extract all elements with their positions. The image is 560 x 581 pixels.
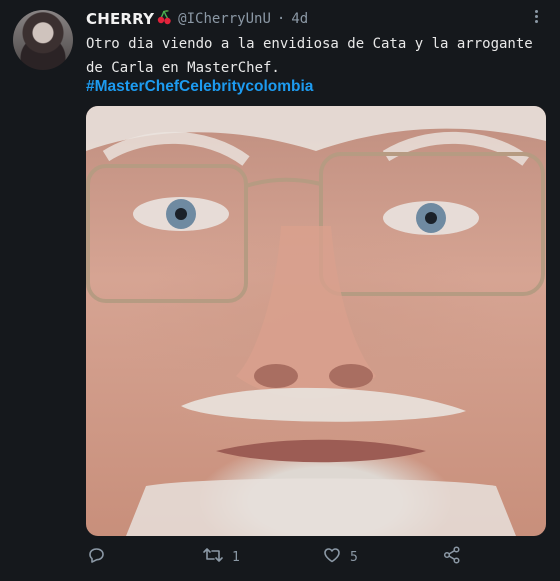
retweet-button[interactable]: 1 [202,545,240,569]
timestamp[interactable]: 4d [291,11,308,27]
tweet-text: Otro dia viendo a la envidiosa de Cata y… [86,36,533,76]
hashtag-link[interactable]: #MasterChefCelebritycolombia [86,78,313,96]
reply-icon [86,545,106,569]
reply-button[interactable] [86,545,114,569]
display-name[interactable]: CHERRY [86,10,154,28]
tweet-actions: 1 5 [86,545,466,569]
tweet[interactable]: CHERRY @ICherryUnU · 4d Otro dia viendo … [0,0,560,581]
avatar[interactable] [13,10,73,70]
tweet-header: CHERRY @ICherryUnU · 4d [86,9,308,29]
retweet-icon [202,545,224,569]
more-vertical-icon[interactable] [531,8,541,28]
share-icon [442,545,462,569]
face-photo [86,106,546,536]
like-count: 5 [350,549,358,565]
retweet-count: 1 [232,549,240,565]
separator-dot: · [276,11,286,27]
user-handle[interactable]: @ICherryUnU [178,11,271,27]
like-button[interactable]: 5 [322,545,358,569]
cherries-icon [156,9,172,29]
heart-icon [322,545,342,569]
tweet-image[interactable] [86,106,546,536]
share-button[interactable] [442,545,462,569]
